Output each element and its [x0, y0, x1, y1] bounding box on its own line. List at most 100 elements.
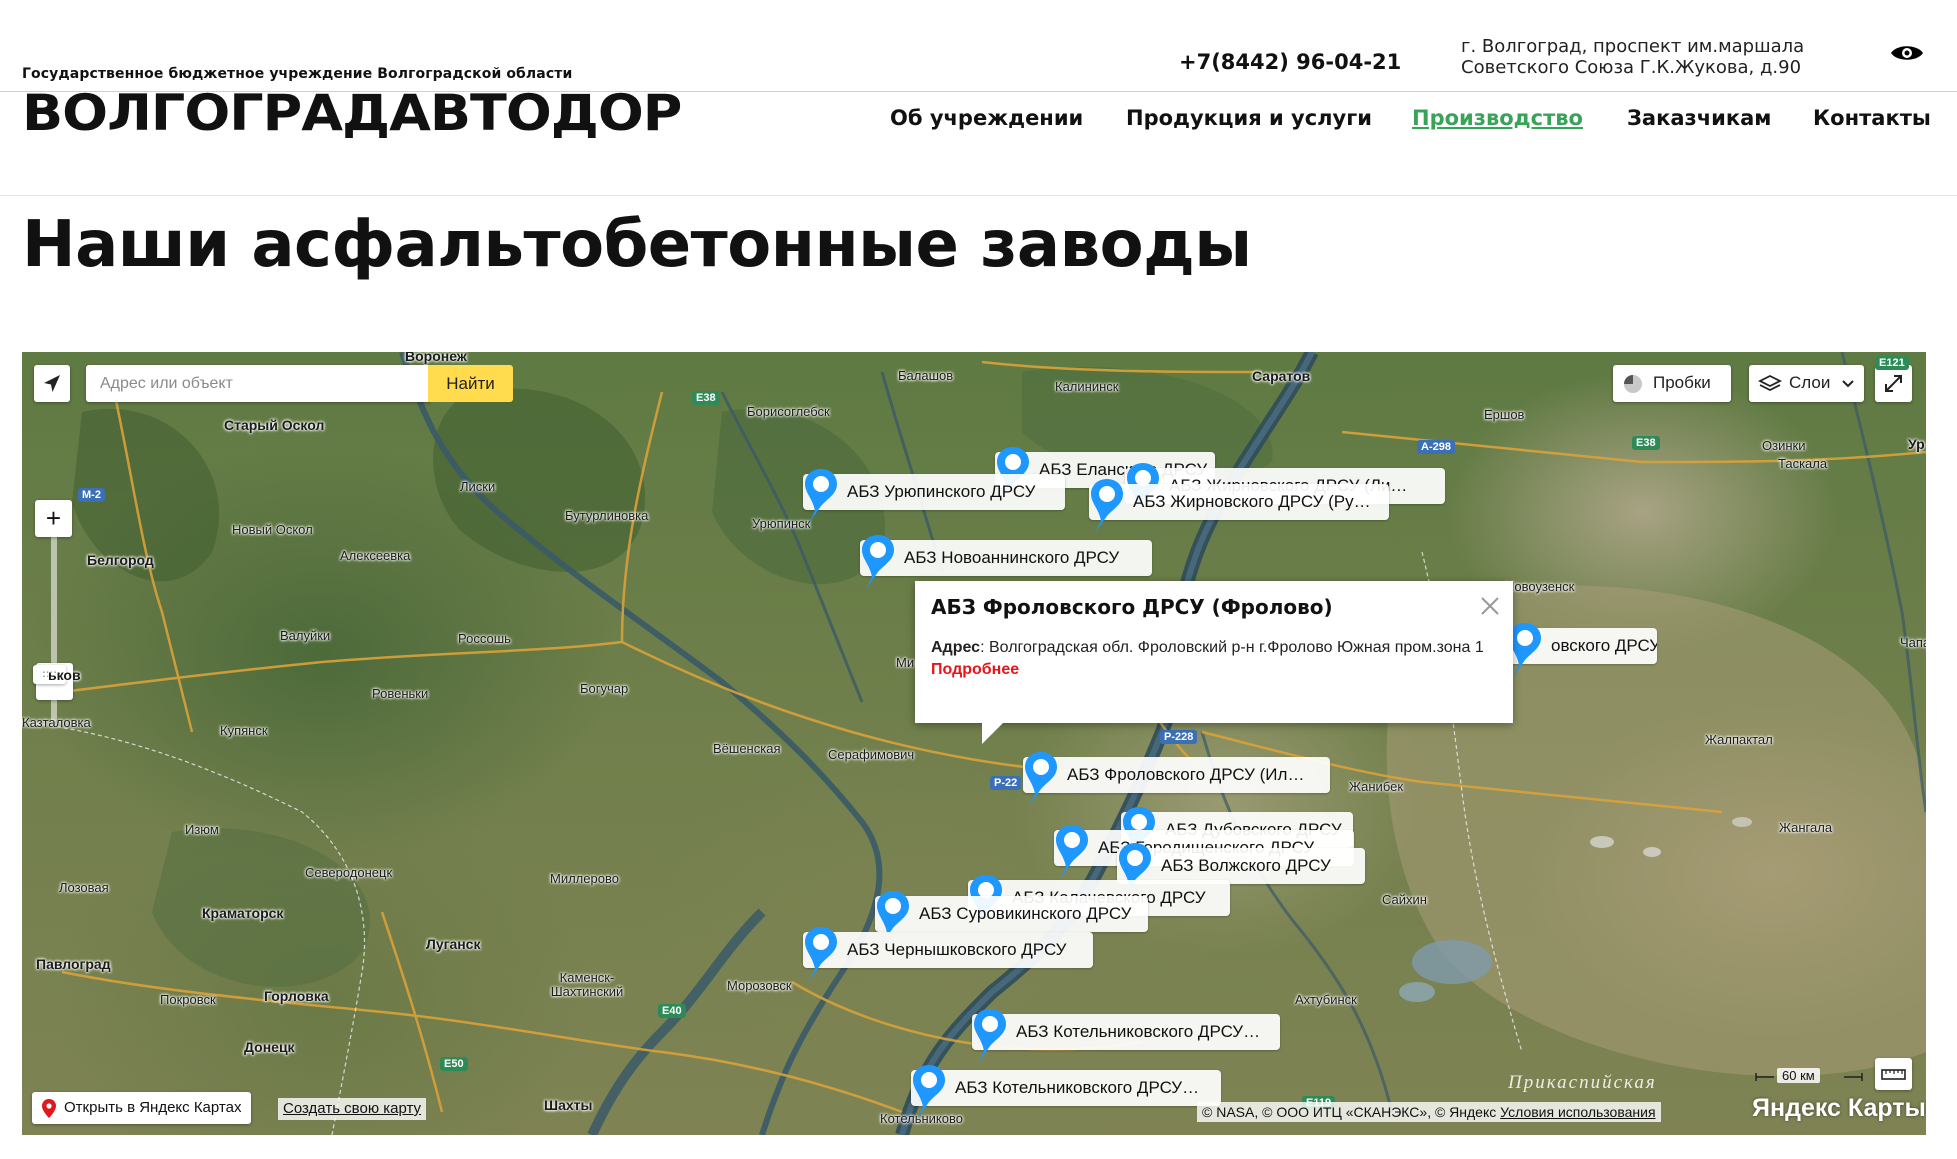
- city-label: Ми: [896, 655, 915, 670]
- map-search-input[interactable]: [86, 365, 430, 402]
- ruler-button[interactable]: [1875, 1058, 1912, 1090]
- city-label: Сайхин: [1382, 892, 1427, 907]
- road-shield: E40: [658, 1004, 686, 1018]
- marker-label[interactable]: АБЗ Чернышковского ДРСУ: [803, 932, 1093, 968]
- city-label: Лиски: [460, 479, 496, 494]
- balloon-address: Адрес: Волгоградская обл. Фроловский р-н…: [931, 635, 1497, 661]
- marker-label[interactable]: АБЗ Фроловского ДРСУ (Ил…: [1023, 757, 1330, 793]
- location-arrow-icon: [44, 375, 60, 392]
- zoom-spacer: [35, 663, 36, 664]
- map-marker[interactable]: АБЗ Котельниковского ДРСУ…: [911, 1065, 1221, 1119]
- office-address: г. Волгоград, проспект им.маршала Советс…: [1461, 36, 1821, 78]
- marker-label[interactable]: АБЗ Котельниковского ДРСУ…: [911, 1070, 1221, 1106]
- marker-label[interactable]: АБЗ Котельниковского ДРСУ…: [972, 1014, 1280, 1050]
- city-label: Миллерово: [550, 871, 619, 886]
- yandex-map[interactable]: Найти Пробки Слои + −: [22, 352, 1926, 1135]
- nav-about[interactable]: Об учреждении: [890, 106, 1083, 136]
- city-label: Бутурлиновка: [565, 508, 649, 523]
- marker-label[interactable]: АБЗ Урюпинского ДРСУ: [803, 474, 1065, 510]
- map-search-button[interactable]: Найти: [428, 365, 513, 402]
- scale-ruler-icon: [1755, 1073, 1863, 1081]
- map-marker[interactable]: АБЗ Суровикинского ДРСУ: [875, 891, 1148, 945]
- city-label: Каменск-Шахтинский: [550, 970, 624, 999]
- city-label: Ровеньки: [372, 686, 429, 701]
- city-label: Воронеж: [405, 352, 467, 364]
- city-label: Луганск: [426, 936, 481, 952]
- locate-button[interactable]: [34, 365, 70, 402]
- city-label: Россошь: [458, 631, 511, 646]
- city-label: Новоузенск: [1505, 579, 1575, 594]
- map-marker[interactable]: АБЗ Урюпинского ДРСУ: [803, 469, 1065, 523]
- nav-products[interactable]: Продукция и услуги: [1126, 106, 1372, 136]
- city-label: Изюм: [185, 822, 219, 837]
- road-shield: P-228: [1160, 730, 1198, 744]
- balloon-more-link[interactable]: Подробнее: [931, 661, 1497, 679]
- yandex-maps-logo[interactable]: Яндекс Карты: [1752, 1094, 1926, 1123]
- city-label: Новый Оскол: [232, 522, 313, 537]
- address-line-1: г. Волгоград, проспект им.маршала: [1461, 36, 1805, 57]
- city-label: Жалпактал: [1705, 732, 1773, 747]
- map-pin-icon: [1025, 752, 1057, 806]
- nav-customers[interactable]: Заказчикам: [1627, 106, 1771, 136]
- city-label: Краматорск: [202, 905, 284, 921]
- city-label: Валуйки: [280, 628, 331, 643]
- map-marker[interactable]: АБЗ Новоаннинского ДРСУ: [860, 535, 1152, 589]
- marker-label[interactable]: АБЗ Суровикинского ДРСУ: [875, 896, 1148, 932]
- city-label: Северодонецк: [305, 865, 393, 880]
- copyright-bar: © NASA, © ООО ИТЦ «СКАНЭКС», © Яндекс Ус…: [1197, 1102, 1661, 1122]
- road-shield: A-298: [1417, 440, 1455, 454]
- create-map-link[interactable]: Создать свою карту: [278, 1098, 427, 1120]
- map-pin-icon: [1056, 825, 1088, 879]
- close-icon[interactable]: [1479, 595, 1501, 617]
- ruler-icon: [1881, 1069, 1906, 1080]
- phone-number[interactable]: +7(8442) 96-04-21: [1179, 50, 1401, 74]
- city-label: Балашов: [898, 368, 954, 383]
- fullscreen-button[interactable]: [1875, 365, 1912, 402]
- map-marker[interactable]: АБЗ Чернышковского ДРСУ: [803, 927, 1093, 981]
- traffic-label: Пробки: [1653, 373, 1711, 392]
- city-label: Борисоглебск: [747, 404, 830, 419]
- map-pin-icon: [42, 1099, 56, 1118]
- region-label: Прикаспийская: [1508, 1072, 1657, 1093]
- eye-icon[interactable]: [1890, 42, 1924, 64]
- city-label: Морозовск: [727, 978, 792, 993]
- city-label: Серафимович: [828, 747, 915, 762]
- map-marker[interactable]: АБЗ Фроловского ДРСУ (Ил…: [1023, 752, 1330, 806]
- map-pin-icon: [913, 1065, 945, 1119]
- marker-label[interactable]: АБЗ Новоаннинского ДРСУ: [860, 540, 1152, 576]
- city-label: Купянск: [220, 723, 268, 738]
- terms-link[interactable]: Условия использования: [1500, 1104, 1655, 1120]
- balloon-address-label: Адрес: [931, 639, 981, 656]
- map-marker[interactable]: АБЗ Жирновского ДРСУ (Ру…: [1089, 479, 1389, 533]
- city-label: Таскала: [1778, 456, 1828, 471]
- layers-label: Слои: [1789, 373, 1831, 392]
- nav-production[interactable]: Производство: [1412, 106, 1583, 136]
- header-bottom-divider: [0, 195, 1957, 196]
- traffic-button[interactable]: Пробки: [1613, 365, 1731, 402]
- zoom-in-button[interactable]: +: [35, 500, 72, 537]
- city-label: Богучар: [580, 681, 629, 696]
- map-pin-icon: [862, 535, 894, 589]
- brand-logo[interactable]: ВОЛГОГРАДАВТОДОР: [22, 84, 682, 142]
- nav-contacts[interactable]: Контакты: [1813, 106, 1931, 136]
- copyright-text: © NASA, © ООО ИТЦ «СКАНЭКС», © Яндекс: [1202, 1104, 1497, 1120]
- marker-label[interactable]: АБЗ Жирновского ДРСУ (Ру…: [1089, 484, 1389, 520]
- org-subtitle: Государственное бюджетное учреждение Вол…: [22, 66, 573, 82]
- open-in-yandex-button[interactable]: Открыть в Яндекс Картах: [32, 1092, 252, 1124]
- city-label: Донецк: [244, 1039, 295, 1055]
- traffic-icon: [1624, 375, 1642, 393]
- map-marker[interactable]: овского ДРСУ: [1507, 623, 1657, 677]
- map-pin-icon: [805, 927, 837, 981]
- city-label: Ур: [1908, 436, 1925, 452]
- info-balloon: АБЗ Фроловского ДРСУ (Фролово) Адрес: Во…: [915, 581, 1513, 723]
- city-label: Саратов: [1252, 368, 1311, 384]
- chevron-down-icon: [1842, 380, 1854, 388]
- road-shield: E121: [1875, 356, 1909, 370]
- address-line-2: Советского Союза Г.К.Жукова, д.90: [1461, 57, 1802, 78]
- layers-button[interactable]: Слои: [1749, 365, 1864, 402]
- city-label: ьков: [48, 667, 81, 683]
- map-marker[interactable]: АБЗ Котельниковского ДРСУ…: [972, 1009, 1280, 1063]
- city-label: Жанибек: [1349, 779, 1404, 794]
- city-label: Алексеевка: [340, 548, 411, 563]
- map-marker[interactable]: АБЗ Волжского ДРСУ: [1117, 843, 1365, 897]
